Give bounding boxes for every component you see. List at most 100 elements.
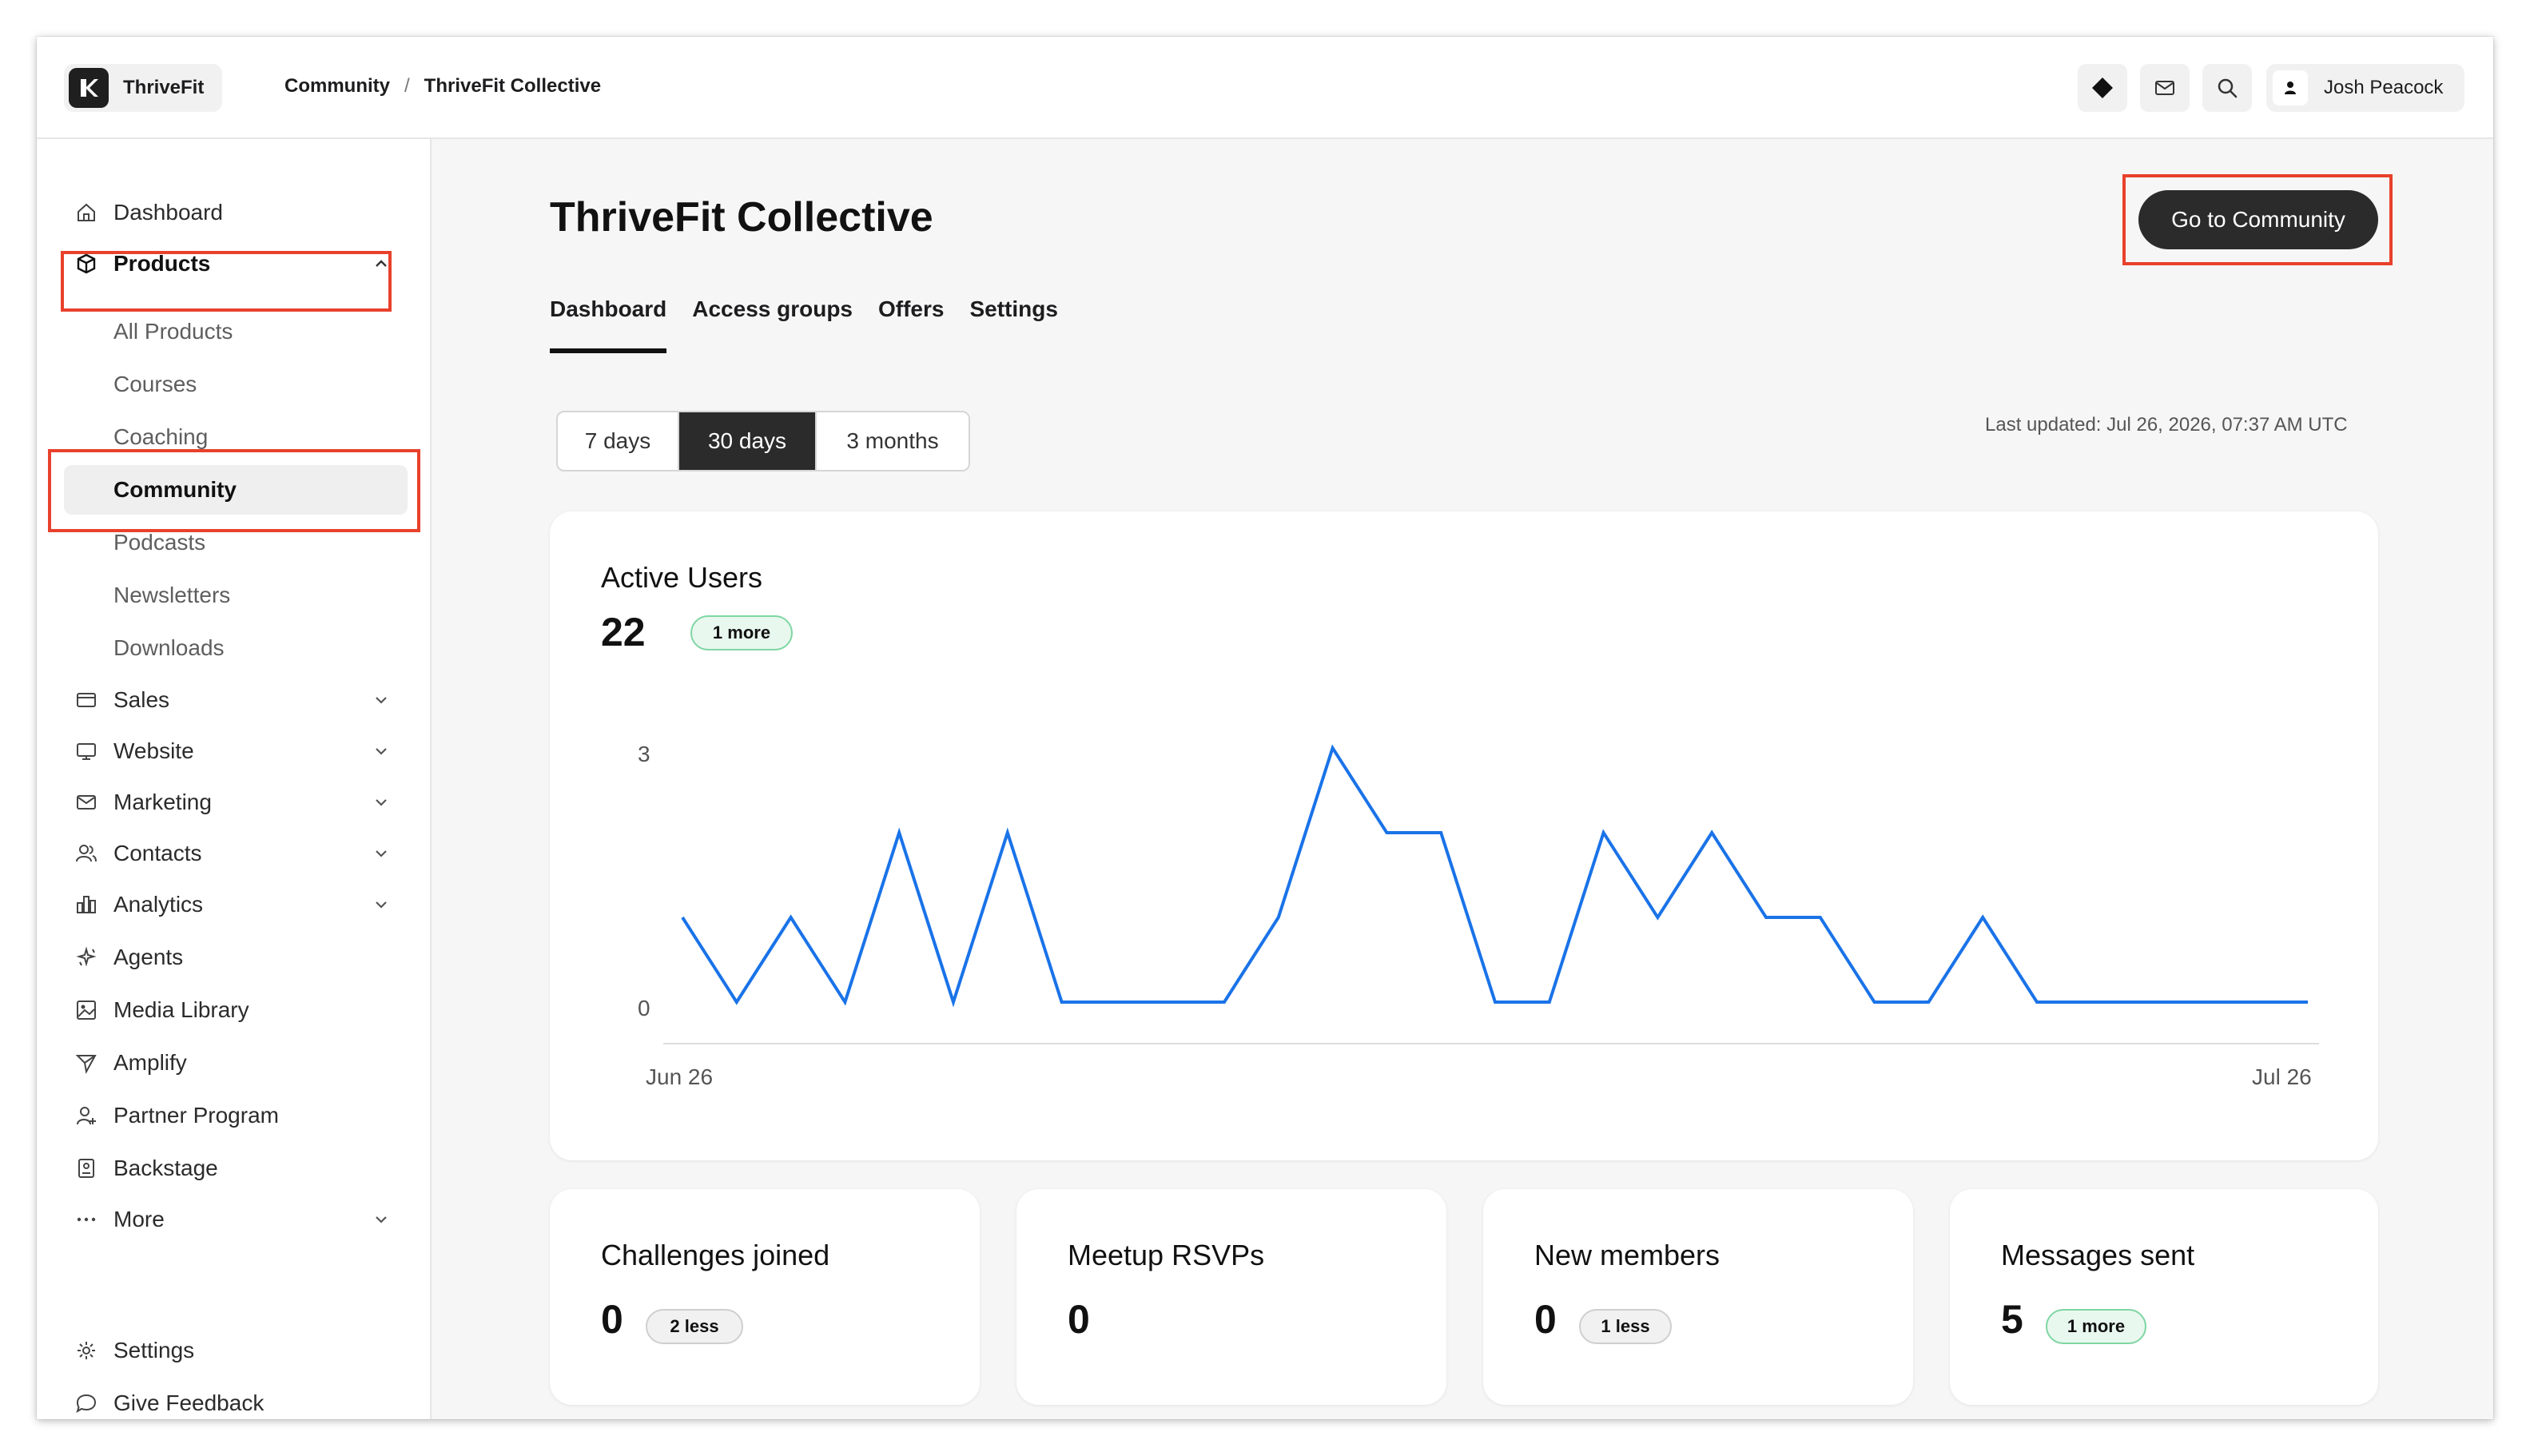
stat-card-challenges-joined: Challenges joined 0 2 less — [550, 1189, 980, 1405]
avatar — [2273, 70, 2308, 105]
page-title: ThriveFit Collective — [550, 194, 933, 241]
sidebar-item-dashboard[interactable]: Dashboard — [37, 190, 432, 235]
breadcrumb-current: ThriveFit Collective — [424, 75, 602, 97]
range-3-months[interactable]: 3 months — [817, 412, 969, 470]
chevron-down-icon — [371, 741, 392, 762]
sidebar-item-sales[interactable]: Sales — [37, 678, 432, 722]
series-line — [681, 744, 2308, 1008]
gear-icon — [74, 1338, 99, 1363]
sidebar-item-label: Settings — [113, 1338, 195, 1363]
active-users-card: Active Users 22 1 more 3 0 Jun 26 Jul 26 — [550, 511, 2378, 1160]
sidebar-item-website[interactable]: Website — [37, 729, 432, 774]
delta-badge: 1 more — [2046, 1309, 2146, 1344]
sidebar-item-amplify[interactable]: Amplify — [37, 1040, 432, 1085]
mail-icon — [74, 790, 99, 815]
sidebar-item-label: Downloads — [113, 635, 225, 660]
badge-icon — [74, 1156, 99, 1181]
range-30-days[interactable]: 30 days — [679, 412, 817, 470]
sidebar-item-label: Backstage — [113, 1156, 218, 1180]
sidebar-item-label: Coaching — [113, 424, 209, 449]
sidebar-item-give-feedback[interactable]: Give Feedback — [37, 1381, 432, 1419]
user-plus-icon — [74, 1103, 99, 1128]
sidebar-item-label: Contacts — [113, 841, 202, 865]
card-value: 0 — [601, 1297, 623, 1342]
sidebar-item-label: Website — [113, 738, 194, 763]
sidebar-item-label: Media Library — [113, 997, 249, 1022]
sidebar-item-contacts[interactable]: Contacts — [37, 831, 432, 876]
mail-icon — [2155, 81, 2174, 95]
sidebar-item-label: Give Feedback — [113, 1390, 265, 1415]
tab-access-groups[interactable]: Access groups — [692, 289, 853, 353]
breadcrumb-parent[interactable]: Community — [284, 75, 390, 97]
sidebar-subitem-courses[interactable]: Courses — [64, 360, 408, 409]
monitor-icon — [74, 738, 99, 764]
brand-logo-icon — [69, 68, 109, 108]
breadcrumb-separator: / — [404, 75, 410, 97]
delta-badge: 2 less — [646, 1309, 743, 1344]
sidebar-item-marketing[interactable]: Marketing — [37, 780, 432, 825]
card-title: Meetup RSVPs — [1068, 1239, 1265, 1271]
app-window: ThriveFit Community / ThriveFit Collecti… — [37, 37, 2493, 1419]
card-title: Messages sent — [2001, 1239, 2195, 1271]
users-icon — [74, 841, 99, 866]
search-icon — [2218, 78, 2238, 98]
search-button[interactable] — [2202, 64, 2252, 112]
tab-dashboard[interactable]: Dashboard — [550, 289, 667, 353]
credit-card-icon — [74, 687, 99, 713]
sidebar-item-backstage[interactable]: Backstage — [37, 1146, 432, 1191]
sidebar-item-label: Sales — [113, 687, 170, 712]
tab-settings[interactable]: Settings — [969, 289, 1057, 353]
sparkles-icon — [74, 945, 99, 970]
date-range-selector: 7 days 30 days 3 months — [556, 411, 970, 471]
sidebar-item-label: Agents — [113, 945, 184, 969]
card-title: Challenges joined — [601, 1239, 830, 1271]
highlight-community — [48, 449, 420, 532]
top-bar: ThriveFit Community / ThriveFit Collecti… — [37, 37, 2493, 139]
ellipsis-icon — [74, 1207, 99, 1232]
sidebar: Dashboard Products All Products Courses … — [37, 139, 432, 1419]
stat-card-meetup-rsvps: Meetup RSVPs 0 — [1016, 1189, 1446, 1405]
stat-card-messages-sent: Messages sent 5 1 more — [1950, 1189, 2378, 1405]
sidebar-item-label: Marketing — [113, 790, 212, 814]
chevron-down-icon — [371, 690, 392, 710]
user-icon — [2285, 82, 2296, 94]
card-value: 0 — [1068, 1297, 1090, 1342]
sidebar-item-analytics[interactable]: Analytics — [37, 882, 432, 927]
card-title: New members — [1534, 1239, 1720, 1271]
card-value: 5 — [2001, 1297, 2023, 1342]
active-users-chart — [663, 744, 2319, 1044]
inbox-button[interactable] — [2140, 64, 2190, 112]
image-icon — [74, 997, 99, 1023]
send-icon — [74, 1050, 99, 1076]
chevron-down-icon — [371, 894, 392, 915]
chat-bubble-icon — [74, 1390, 99, 1416]
highlight-products — [61, 251, 392, 312]
diamond-button[interactable] — [2078, 64, 2127, 112]
brand-name: ThriveFit — [123, 77, 205, 98]
range-7-days[interactable]: 7 days — [558, 412, 679, 470]
tab-offers[interactable]: Offers — [878, 289, 944, 353]
sidebar-item-label: Courses — [113, 372, 197, 396]
delta-badge: 1 less — [1579, 1309, 1672, 1344]
sidebar-item-agents[interactable]: Agents — [37, 935, 432, 980]
brand-switcher[interactable]: ThriveFit — [64, 64, 222, 112]
highlight-go-to-community — [2122, 174, 2393, 265]
user-name: Josh Peacock — [2324, 77, 2444, 98]
sidebar-subitem-downloads[interactable]: Downloads — [64, 623, 408, 673]
sidebar-item-label: Amplify — [113, 1050, 187, 1075]
card-value: 0 — [1534, 1297, 1557, 1342]
user-menu[interactable]: Josh Peacock — [2266, 64, 2464, 112]
sidebar-item-media-library[interactable]: Media Library — [37, 988, 432, 1032]
home-icon — [74, 200, 99, 225]
bar-chart-icon — [74, 892, 99, 917]
sidebar-subitem-newsletters[interactable]: Newsletters — [64, 571, 408, 620]
last-updated: Last updated: Jul 26, 2026, 07:37 AM UTC — [1985, 414, 2348, 436]
sidebar-item-label: More — [113, 1207, 165, 1231]
sidebar-item-settings[interactable]: Settings — [37, 1328, 432, 1373]
sidebar-item-more[interactable]: More — [37, 1197, 432, 1242]
sidebar-subitem-all-products[interactable]: All Products — [64, 307, 408, 356]
sidebar-item-label: Newsletters — [113, 583, 231, 607]
sidebar-item-label: All Products — [113, 319, 233, 344]
breadcrumb: Community / ThriveFit Collective — [284, 75, 601, 97]
sidebar-item-partner-program[interactable]: Partner Program — [37, 1093, 432, 1138]
